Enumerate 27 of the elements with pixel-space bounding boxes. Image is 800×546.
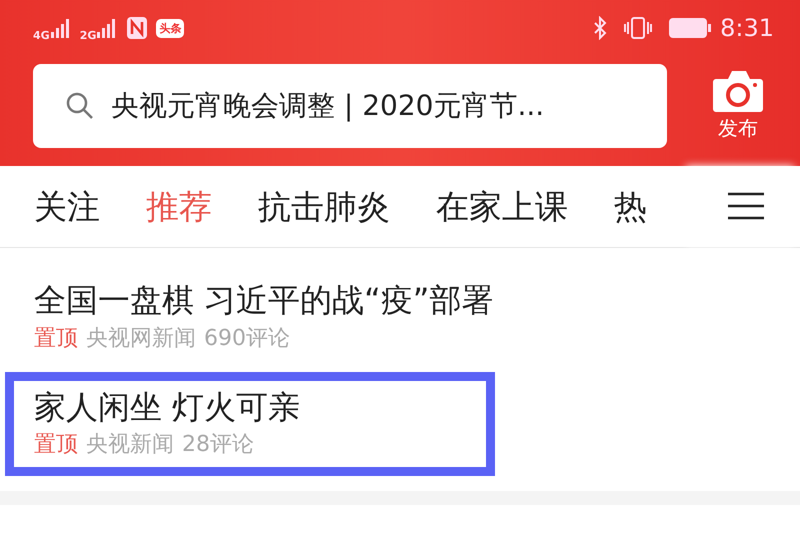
publish-button[interactable]: 发布 [703,69,773,143]
signal-icon [50,18,72,38]
battery-icon [668,17,712,39]
tab[interactable]: 关注 [34,182,100,232]
camera-icon [712,69,764,113]
vibrate-icon [624,16,652,40]
comment-count: 28评论 [182,431,254,460]
menu-icon[interactable] [727,191,765,221]
news-source: 央视网新闻 [86,324,196,353]
comment-count: 690评论 [204,324,290,353]
pinned-tag: 置顶 [34,428,78,462]
app-icon[interactable]: 头条 [156,18,184,38]
search-field[interactable]: 央视元宵晚会调整 | 2020元宵节... [33,64,667,148]
network-type-label: 2G [80,30,96,40]
news-title[interactable]: 全国一盘棋 习近平的战“疫”部署 [34,280,494,322]
tab[interactable]: 在家上课 [436,182,568,232]
tab[interactable]: 抗击肺炎 [258,182,390,232]
clock-time: 8:31 [720,13,774,44]
tab[interactable]: 推荐 [146,182,212,232]
network-type-label: 4G [33,30,50,40]
news-source: 央视新闻 [86,431,174,460]
search-icon [65,91,95,121]
bluetooth-icon [592,16,608,40]
nfc-icon [126,16,148,40]
tab[interactable]: 热 [614,182,647,232]
pinned-tag: 置顶 [34,322,78,355]
news-title[interactable]: 家人闲坐 灯火可亲 [34,386,474,428]
